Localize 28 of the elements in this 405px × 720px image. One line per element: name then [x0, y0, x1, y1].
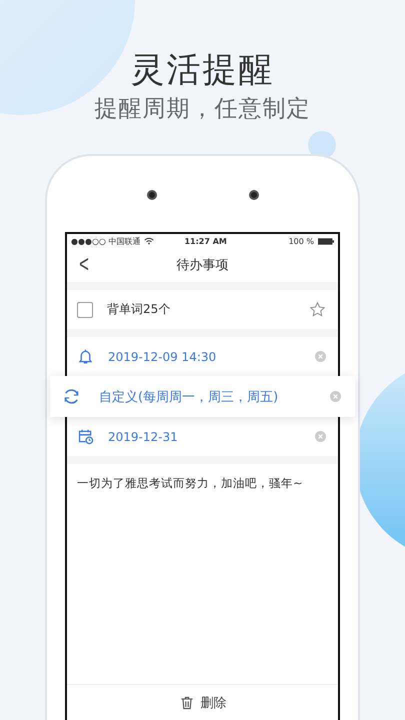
note-text: 一切为了雅思考试而努力，加油吧，骚年~ [76, 475, 304, 492]
delete-button[interactable]: 删除 [172, 693, 232, 713]
back-button[interactable]: < [76, 252, 92, 278]
subtitle: 提醒周期，任意制定 [94, 95, 312, 124]
camera-icon [146, 190, 156, 200]
trash-icon [178, 695, 194, 711]
repeat-icon [62, 387, 81, 406]
wifi-icon [144, 237, 154, 245]
battery-label: 100 % [288, 236, 314, 246]
star-icon[interactable] [309, 301, 326, 318]
headline: 灵活提醒 [130, 49, 276, 92]
bell-icon [77, 348, 94, 365]
task-title: 背单词25个 [107, 301, 172, 318]
decor-circle [308, 131, 336, 159]
reminder-time[interactable]: 2019-12-09 14:30 [108, 350, 315, 364]
repeat-card[interactable]: 自定义(每周周一，周三，周五) [50, 376, 355, 417]
battery-icon [318, 238, 334, 244]
sensor-icon [248, 190, 258, 200]
repeat-rule: 自定义(每周周一，周三，周五) [99, 388, 280, 406]
carrier-label: ●●●○○ 中国联通 [71, 236, 140, 246]
clear-icon[interactable] [315, 351, 326, 362]
calendar-icon [77, 428, 94, 445]
screen-title: 待办事项 [176, 257, 228, 274]
clear-icon[interactable] [315, 431, 326, 442]
status-time: 11:27 AM [184, 236, 227, 246]
end-date[interactable]: 2019-12-31 [108, 430, 315, 444]
clear-icon[interactable] [330, 391, 341, 402]
checkbox[interactable] [77, 302, 93, 318]
